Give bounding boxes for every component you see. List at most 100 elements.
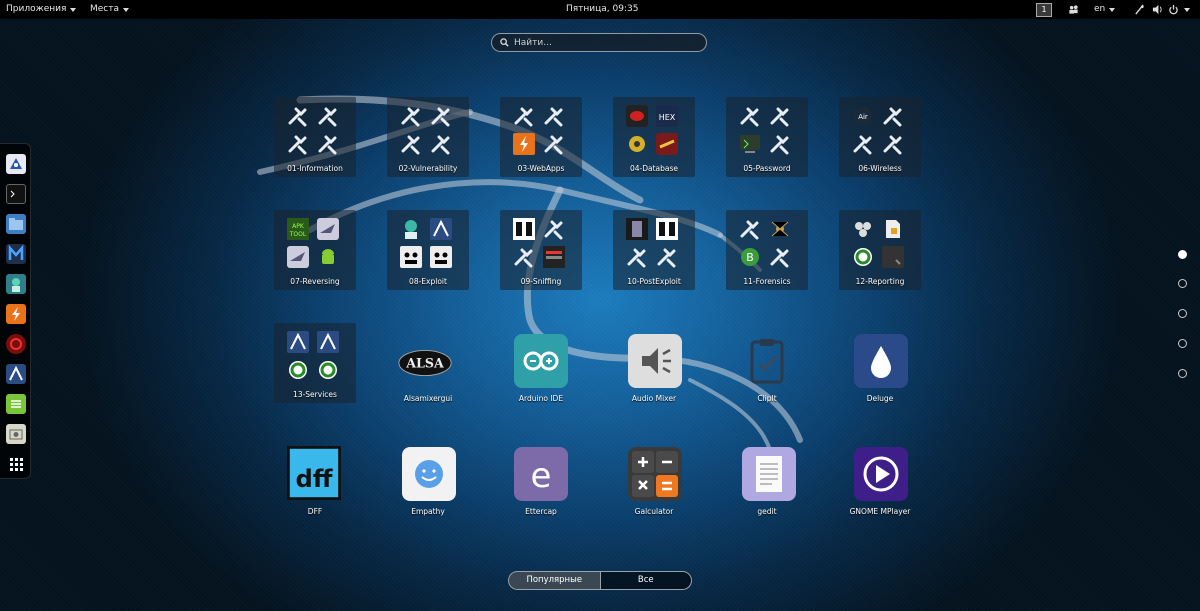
clock[interactable]: Пятница, 09:35: [566, 0, 638, 19]
folder-label: 07-Reversing: [290, 277, 340, 286]
maltego-icon: [317, 331, 339, 353]
search-icon: [500, 38, 509, 47]
kali-tool-icon: [288, 107, 307, 127]
galculator-icon[interactable]: [628, 447, 682, 501]
places-menu[interactable]: Места: [90, 0, 130, 19]
kali-tool-icon: [318, 135, 337, 155]
gear-icon: [629, 136, 645, 152]
metasploit-icon[interactable]: [6, 244, 26, 264]
app-label: GNOME MPlayer: [849, 507, 911, 516]
page-dot[interactable]: [1178, 250, 1187, 259]
app-label: ClipIt: [757, 394, 777, 403]
dff-icon[interactable]: dff: [287, 446, 341, 500]
aircrack-icon: Air: [854, 107, 872, 125]
kali-tool-icon: [770, 135, 789, 155]
arduino-icon[interactable]: [514, 334, 568, 388]
shark-icon: [317, 218, 339, 240]
volume-icon[interactable]: [1152, 4, 1163, 15]
maltego-icon[interactable]: [6, 364, 26, 384]
apktool-icon: APKTOOL: [287, 218, 309, 240]
kali-tool-icon: [657, 248, 676, 268]
page-dot[interactable]: [1178, 279, 1187, 288]
svg-text:B: B: [746, 251, 754, 264]
kali-tool-icon: [883, 107, 902, 127]
app-label: Galculator: [634, 507, 674, 516]
binwalk-icon: B: [741, 248, 759, 266]
folder-label: 12-Reporting: [855, 277, 905, 286]
kali-tool-icon: [770, 107, 789, 127]
workspace-indicator[interactable]: 1: [1036, 3, 1052, 17]
users-icon[interactable]: [1068, 4, 1079, 15]
network-tool-icon: [513, 218, 535, 240]
search-box[interactable]: [491, 33, 707, 52]
monitor-tool-icon: [740, 135, 760, 153]
app-label: Ettercap: [525, 507, 557, 516]
files-icon[interactable]: [6, 214, 26, 234]
empathy-icon[interactable]: [402, 447, 456, 501]
faraday-icon[interactable]: [6, 334, 26, 354]
folder-label: 04-Database: [629, 164, 679, 173]
folder-label: 03-WebApps: [517, 164, 565, 173]
kali-tool-icon: [514, 248, 533, 268]
alsamixergui-icon[interactable]: ALSA: [398, 336, 452, 390]
app-label: Arduino IDE: [518, 394, 564, 403]
folder-label: 08-Exploit: [409, 277, 447, 286]
clipit-icon[interactable]: [740, 334, 794, 388]
armitage-icon[interactable]: [6, 274, 26, 294]
gedit-icon[interactable]: [742, 447, 796, 501]
notes-icon[interactable]: [6, 394, 26, 414]
faraday-icon: [319, 361, 337, 379]
hex-editor-icon: HEX: [656, 105, 678, 127]
kali-tool-icon: [318, 107, 337, 127]
notes-dark-icon: [882, 246, 904, 268]
android-icon: [322, 249, 334, 264]
app-label: Empathy: [411, 507, 445, 516]
faraday-icon: [289, 361, 307, 379]
top-bar: Приложения Места Пятница, 09:35 1 en: [0, 0, 1200, 19]
spider-icon: [771, 221, 789, 237]
door-icon: [626, 218, 648, 240]
terminal-icon[interactable]: [6, 184, 26, 204]
popular-button[interactable]: Популярные: [509, 572, 601, 589]
ettercap-icon[interactable]: e: [514, 447, 568, 501]
folder-label: 06-Wireless: [858, 164, 902, 173]
kali-tool-icon: [627, 248, 646, 268]
page-dot[interactable]: [1178, 339, 1187, 348]
svg-text:e: e: [531, 456, 552, 496]
kali-tool-icon: [431, 135, 450, 155]
chevron-down-icon[interactable]: [1184, 8, 1190, 12]
search-input[interactable]: [514, 37, 694, 48]
applications-label: Приложения: [6, 4, 67, 14]
svg-text:dff: dff: [296, 465, 333, 493]
page-dot[interactable]: [1178, 369, 1187, 378]
accessibility-icon[interactable]: [1134, 4, 1145, 15]
burpsuite-icon[interactable]: [6, 304, 26, 324]
places-label: Места: [90, 4, 120, 14]
chevron-down-icon: [70, 7, 77, 12]
all-button[interactable]: Все: [601, 572, 692, 589]
folder-label: 11-Forensics: [743, 277, 791, 286]
power-icon[interactable]: [1168, 4, 1179, 15]
database-tool-icon: [626, 105, 648, 127]
kali-tool-icon: [853, 135, 872, 155]
applications-menu[interactable]: Приложения: [6, 0, 77, 19]
chevron-down-icon: [1109, 7, 1116, 12]
kali-dragon-wallpaper: [257, 95, 803, 452]
app-label: Deluge: [866, 394, 894, 403]
deluge-icon[interactable]: [854, 334, 908, 388]
gnome-mplayer-icon[interactable]: [854, 447, 908, 501]
language-menu[interactable]: en: [1094, 0, 1116, 19]
folder-label: 10-PostExploit: [627, 277, 681, 286]
shark-icon: [287, 246, 309, 268]
beef-icon: [400, 246, 422, 268]
svg-text:HEX: HEX: [659, 113, 676, 122]
show-apps-icon[interactable]: [6, 454, 26, 474]
audio-mixer-icon[interactable]: [628, 334, 682, 388]
clock-label: Пятница, 09:35: [566, 4, 639, 14]
kali-tool-icon: [883, 135, 902, 155]
page-dot[interactable]: [1178, 309, 1187, 318]
kali-tool-icon: [431, 107, 450, 127]
screenshot-icon[interactable]: [6, 424, 26, 444]
kali-menu-icon[interactable]: [6, 154, 26, 174]
kali-tool-icon: [740, 107, 759, 127]
